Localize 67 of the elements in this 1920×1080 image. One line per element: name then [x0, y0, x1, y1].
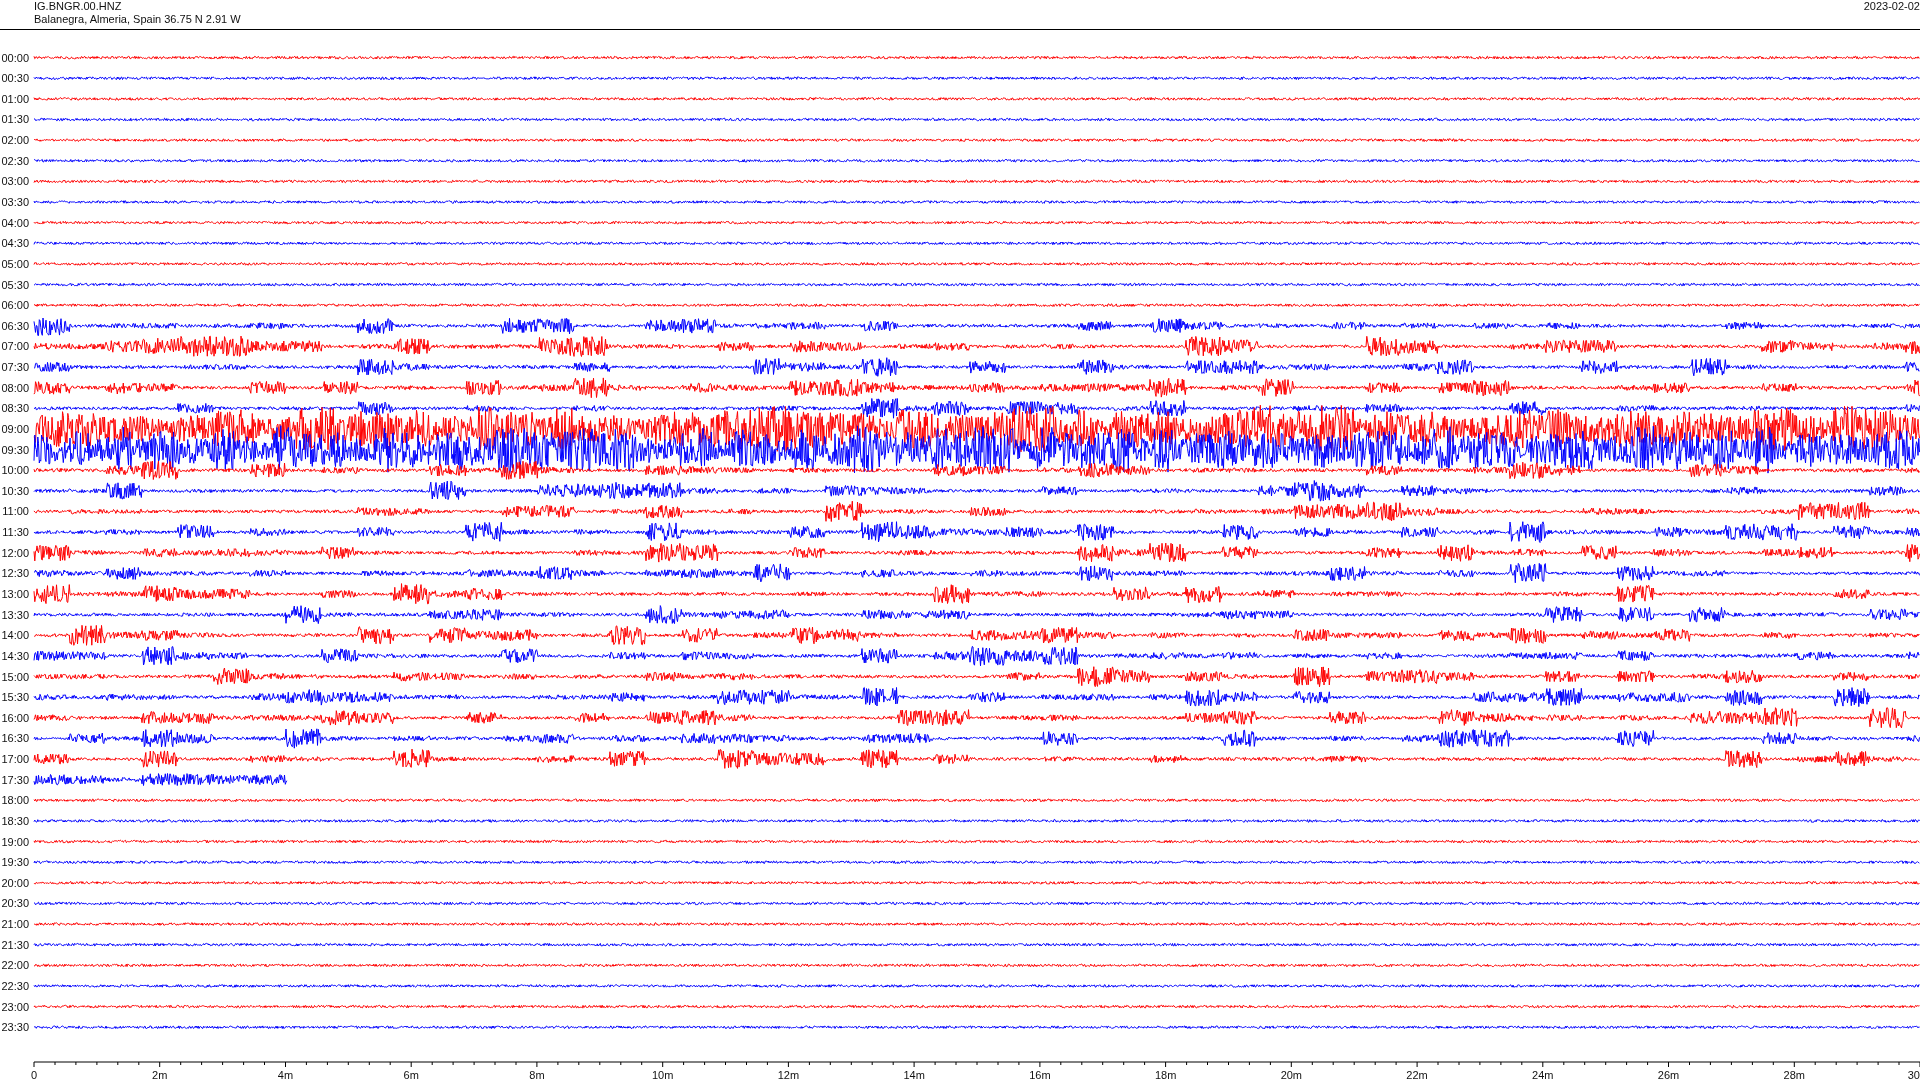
- time-label: 21:30: [1, 938, 29, 951]
- time-label: 18:30: [1, 814, 29, 827]
- axis-tick-label: 14m: [903, 1069, 925, 1079]
- axis-tick-label: 4m: [277, 1069, 294, 1079]
- time-label: 08:00: [1, 381, 29, 394]
- time-label: 03:30: [1, 196, 29, 208]
- time-label: 22:30: [1, 979, 29, 992]
- time-label: 14:00: [1, 629, 29, 642]
- time-label: 04:00: [1, 216, 29, 229]
- time-label: 06:30: [1, 319, 29, 332]
- time-label: 23:00: [1, 1000, 29, 1013]
- axis-tick-label: 22m: [1406, 1069, 1428, 1079]
- time-label: 07:30: [1, 361, 29, 374]
- axis-tick-label: 0: [30, 1069, 38, 1079]
- time-label: 15:00: [1, 670, 29, 683]
- time-label: 22:00: [1, 959, 29, 972]
- time-label: 07:00: [1, 340, 29, 353]
- axis-tick-label: 12m: [777, 1069, 800, 1079]
- time-label: 12:30: [1, 567, 29, 580]
- time-label: 21:00: [1, 918, 29, 931]
- axis-tick-label: 8m: [529, 1069, 545, 1079]
- axis-tick-label: 6m: [403, 1069, 419, 1079]
- time-label: 17:00: [1, 753, 29, 765]
- time-label: 02:00: [1, 134, 29, 147]
- station-code: IG.BNGR.00.HNZ: [34, 0, 123, 13]
- time-label: 11:00: [2, 505, 29, 518]
- time-label: 09:00: [1, 422, 29, 435]
- date-label: 2023-02-02: [1863, 0, 1920, 13]
- time-label: 16:30: [1, 732, 29, 745]
- time-label: 16:00: [1, 711, 29, 724]
- axis-tick-label: 26m: [1657, 1069, 1680, 1079]
- time-label: 15:30: [1, 691, 29, 704]
- time-label: 03:00: [1, 175, 29, 188]
- time-label: 05:00: [1, 257, 29, 270]
- time-label: 18:00: [1, 794, 29, 807]
- time-label: 00:00: [1, 51, 29, 64]
- axis-tick-label: 10m: [651, 1069, 674, 1079]
- axis-tick-label: 28m: [1783, 1069, 1805, 1079]
- time-label: 02:30: [1, 154, 29, 167]
- axis-tick-label: 20m: [1280, 1069, 1303, 1079]
- time-label: 14:30: [1, 649, 29, 662]
- axis-tick-label: 24m: [1532, 1069, 1554, 1079]
- time-label: 20:30: [1, 897, 29, 910]
- axis-tick-label: 2m: [152, 1069, 168, 1079]
- time-label: 11:30: [2, 526, 29, 539]
- time-label: 10:00: [1, 464, 29, 477]
- station-location: Balanegra, Almeria, Spain 36.75 N 2.91 W: [34, 13, 241, 26]
- time-label: 06:00: [1, 299, 29, 312]
- time-label: 19:00: [1, 835, 29, 848]
- time-label: 17:30: [1, 773, 29, 786]
- axis-tick-label: 16m: [1029, 1069, 1051, 1079]
- time-label: 05:30: [1, 278, 29, 291]
- time-label: 13:30: [1, 608, 29, 621]
- time-label: 19:30: [1, 856, 29, 869]
- axis-tick-label: 18m: [1154, 1069, 1177, 1079]
- time-label: 01:00: [1, 92, 29, 105]
- time-label: 01:30: [1, 113, 29, 126]
- time-label: 04:30: [1, 237, 29, 250]
- time-label: 00:30: [1, 72, 29, 85]
- time-label: 09:30: [1, 443, 29, 456]
- axis-tick-label: 30: [1907, 1069, 1920, 1079]
- time-label: 20:00: [1, 876, 29, 889]
- time-label: 23:30: [1, 1021, 29, 1034]
- time-label: 10:30: [1, 484, 29, 497]
- time-label: 12:00: [1, 546, 29, 559]
- time-label: 08:30: [1, 402, 29, 415]
- time-label: 13:00: [1, 588, 29, 600]
